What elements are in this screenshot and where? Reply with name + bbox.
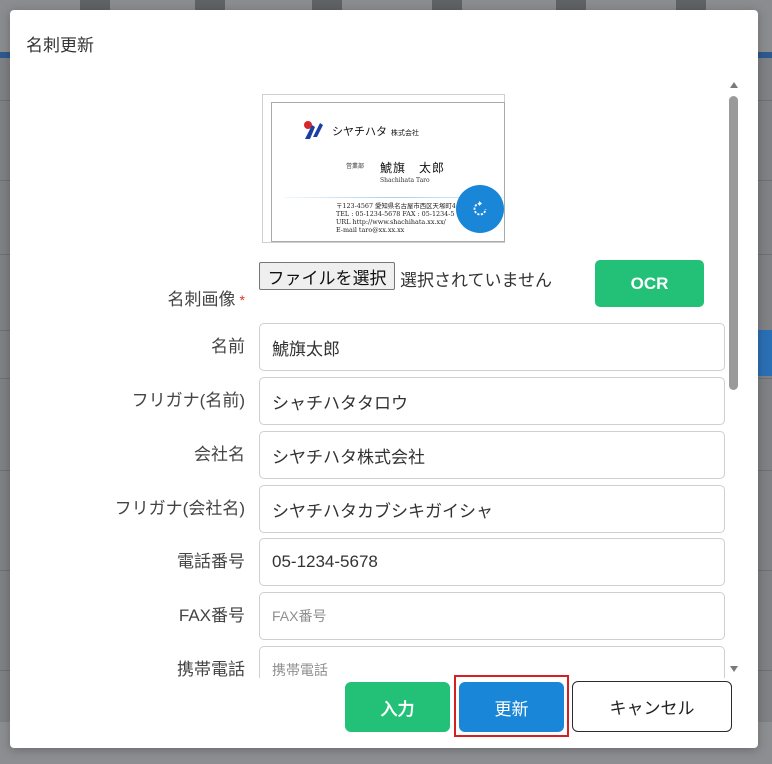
card-name: 鯱旗 太郎 <box>380 161 446 175</box>
name-kana-label: フリガナ(名前) <box>131 391 245 410</box>
name-input[interactable] <box>259 323 725 371</box>
company-input[interactable] <box>259 431 725 479</box>
company-label: 会社名 <box>194 445 245 464</box>
name-kana-input[interactable] <box>259 377 725 425</box>
choose-file-button[interactable]: ファイルを選択 <box>259 262 395 290</box>
card-name-roman: Shachihata Taro <box>380 177 430 184</box>
rotate-icon <box>473 201 487 216</box>
ocr-button[interactable]: OCR <box>595 260 704 307</box>
card-department: 営業部 <box>346 163 365 170</box>
business-card-update-dialog: 名刺更新 シヤチハタ 株式会社 営業部 鯱旗 太郎 Shachihata Taro… <box>10 10 758 748</box>
company-kana-label: フリガナ(会社名) <box>114 499 245 518</box>
update-button[interactable]: 更新 <box>459 682 564 732</box>
file-status-text: 選択されていません <box>400 271 552 290</box>
dialog-scrollbar[interactable] <box>728 82 740 678</box>
fax-label: FAX番号 <box>178 606 245 625</box>
phone-label: 電話番号 <box>177 552 245 571</box>
cancel-button[interactable]: キャンセル <box>572 681 732 732</box>
rotate-image-button[interactable] <box>456 185 504 233</box>
dialog-body[interactable]: シヤチハタ 株式会社 営業部 鯱旗 太郎 Shachihata Taro 〒123… <box>10 84 758 678</box>
phone-input[interactable] <box>259 538 725 586</box>
input-button[interactable]: 入力 <box>345 682 450 732</box>
dialog-title: 名刺更新 <box>26 36 94 55</box>
card-image-label: 名刺画像 * <box>167 290 245 309</box>
scroll-up-icon[interactable] <box>730 82 738 88</box>
scroll-down-icon[interactable] <box>730 666 738 672</box>
company-kana-input[interactable] <box>259 485 725 533</box>
company-logo-icon <box>304 121 323 139</box>
card-company: シヤチハタ 株式会社 <box>332 125 419 138</box>
fax-input[interactable] <box>259 592 725 640</box>
mobile-input[interactable] <box>259 646 725 678</box>
name-label: 名前 <box>211 337 245 356</box>
card-contact: 〒123-4567 愛知県名古屋市西区天塚町4 TEL : 05-1234-56… <box>336 202 456 234</box>
mobile-label: 携帯電話 <box>177 660 245 678</box>
scrollbar-thumb[interactable] <box>729 96 738 390</box>
